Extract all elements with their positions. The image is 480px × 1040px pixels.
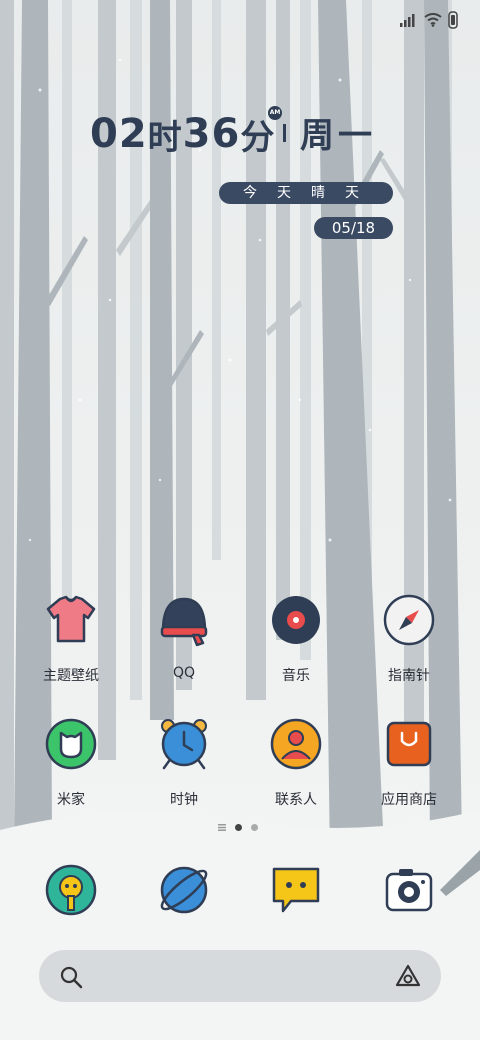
compass-icon [383, 594, 435, 646]
vinyl-record-icon [272, 596, 320, 644]
page-indicator[interactable] [218, 824, 258, 831]
dock-browser[interactable] [134, 863, 234, 921]
app-clock[interactable]: 时钟 [134, 717, 234, 809]
app-mijia[interactable]: 米家 [21, 717, 121, 809]
browser-planet-icon [160, 866, 208, 914]
dock-messages[interactable] [246, 863, 346, 921]
clock-separator [283, 124, 286, 142]
shopping-bag-icon [386, 721, 432, 767]
app-label: 音乐 [282, 668, 310, 684]
alarm-clock-icon [161, 719, 207, 770]
weather-pill[interactable]: 今天晴天 [219, 182, 393, 204]
phone-icon [45, 864, 97, 916]
qq-hat-icon [160, 597, 208, 647]
assistant-icon[interactable] [394, 963, 422, 989]
app-compass[interactable]: 指南针 [359, 593, 459, 685]
camera-icon [385, 869, 433, 912]
app-label: 时钟 [170, 792, 198, 808]
app-label: 应用商店 [381, 792, 437, 808]
dock-phone[interactable] [21, 863, 121, 921]
weekday-label: 周一 [300, 116, 376, 156]
battery-icon [448, 11, 458, 29]
app-store[interactable]: 应用商店 [359, 717, 459, 809]
search-bar[interactable] [39, 950, 441, 1002]
page-dot-active[interactable] [235, 824, 242, 831]
app-label: 联系人 [275, 792, 317, 808]
app-theme-wallpaper[interactable]: 主题壁纸 [21, 593, 121, 685]
status-bar [400, 8, 458, 32]
app-label: 指南针 [388, 668, 430, 684]
dock-camera[interactable] [359, 863, 459, 921]
wifi-icon [424, 13, 442, 27]
search-icon[interactable] [59, 965, 83, 989]
app-label: 米家 [57, 792, 85, 808]
messages-icon [272, 867, 320, 913]
clock-hours: 02 [90, 111, 148, 157]
menu-lines-icon [218, 824, 226, 831]
app-contacts[interactable]: 联系人 [246, 717, 346, 809]
app-music[interactable]: 音乐 [246, 593, 346, 685]
signal-icon [400, 14, 415, 27]
mijia-cat-icon [45, 718, 97, 770]
app-qq[interactable]: QQ [134, 593, 234, 681]
app-label: 主题壁纸 [43, 668, 99, 684]
am-pm-badge: AM [268, 106, 282, 120]
clock-hour-unit: 时 [147, 117, 183, 158]
app-label: QQ [172, 665, 196, 681]
tshirt-icon [46, 595, 96, 643]
page-dot[interactable] [251, 824, 258, 831]
date-pill[interactable]: 05/18 [314, 217, 393, 239]
clock-widget[interactable]: 02 时 36 分 [90, 108, 275, 160]
clock-minutes: 36 [182, 111, 241, 157]
contact-person-icon [270, 718, 322, 770]
